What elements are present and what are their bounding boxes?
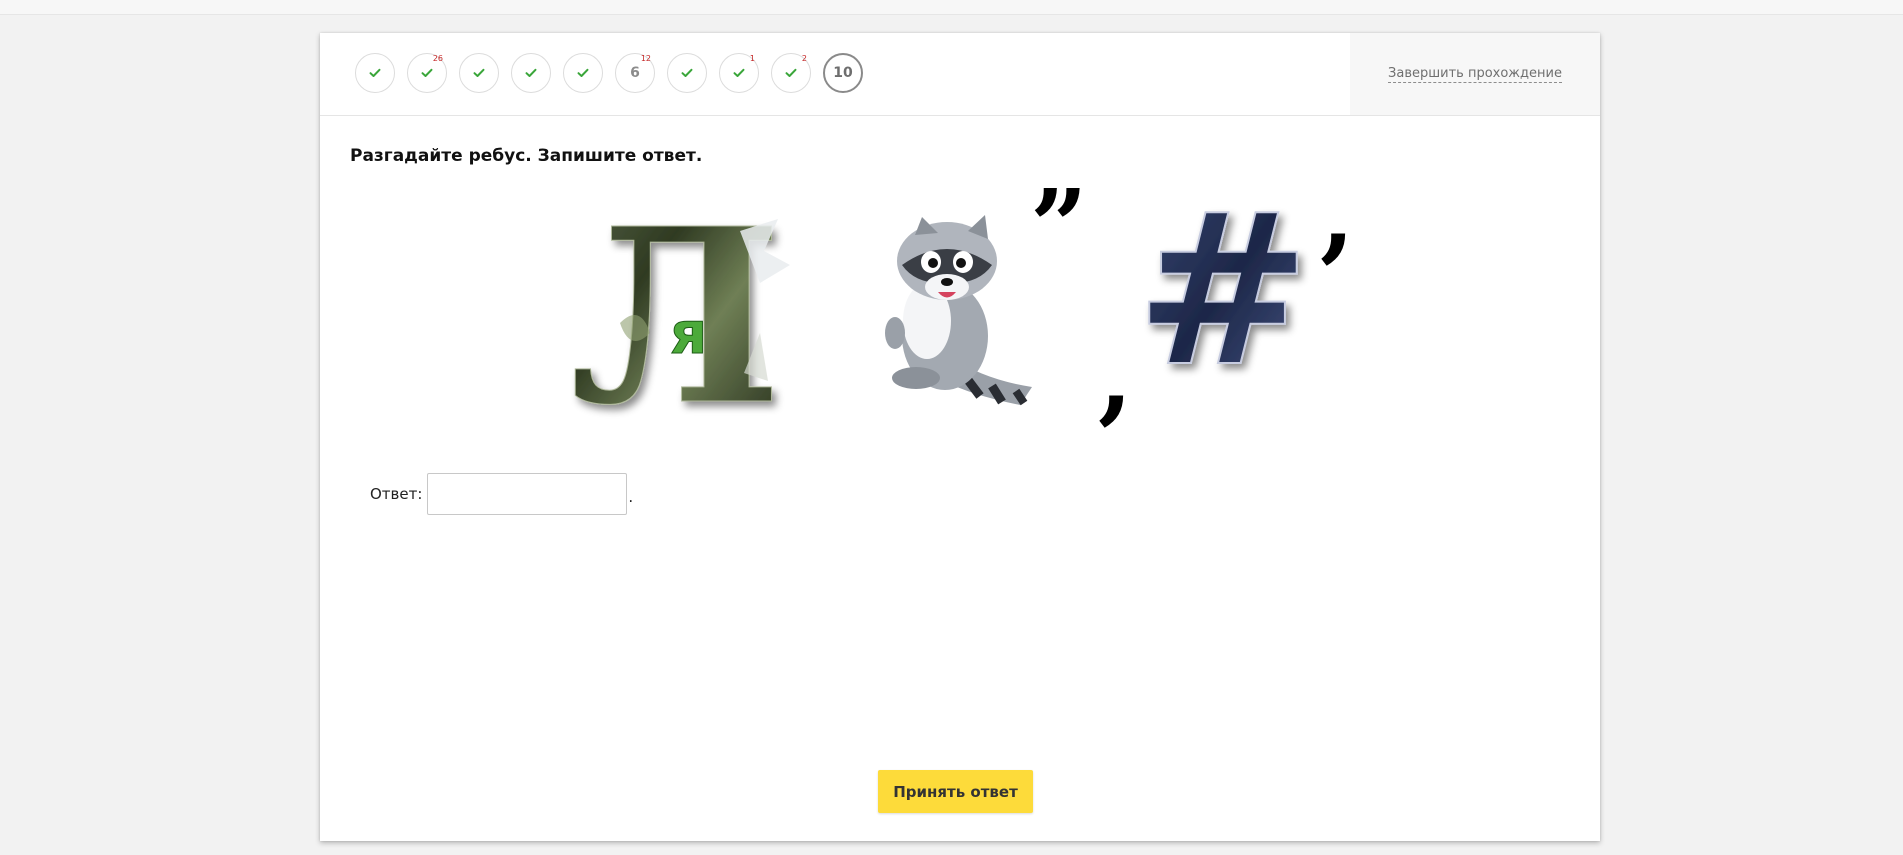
rebus-apostrophe: , [1320,155,1355,273]
svg-text:Л: Л [570,176,782,453]
step-4[interactable] [511,53,551,93]
step-8[interactable]: 1 [719,53,759,93]
submit-answer-button[interactable]: Принять ответ [878,770,1033,813]
step-10[interactable]: 10 [823,53,863,93]
svg-text:#: # [1135,168,1311,413]
step-7[interactable] [667,53,707,93]
quiz-card: 26 6 12 1 2 10 Завершить прохождение Разгадай… [320,33,1600,841]
raccoon-image [885,215,1032,406]
rebus-hash-symbol: # [1134,167,1312,414]
step-badge: 12 [640,54,651,63]
step-2[interactable]: 26 [407,53,447,93]
step-badge: 2 [801,54,807,63]
step-1[interactable] [355,53,395,93]
check-icon [421,68,433,78]
check-icon [785,68,797,78]
step-9[interactable]: 2 [771,53,811,93]
finish-area: Завершить прохождение [1350,33,1600,115]
step-badge: 1 [749,54,755,63]
check-icon [369,68,381,78]
answer-row: Ответ: . [370,473,633,515]
answer-label: Ответ: [370,485,423,503]
quiz-header: 26 6 12 1 2 10 Завершить прохождение [320,33,1600,116]
answer-period: . [628,488,634,506]
rebus-letter-l: Л [570,176,790,453]
check-icon [733,68,745,78]
rebus-quote-marks: ” [1030,167,1088,285]
step-number: 10 [833,65,853,81]
rebus-comma: , [1098,317,1133,435]
step-6[interactable]: 6 12 [615,53,655,93]
check-icon [473,68,485,78]
rebus-small-letter: я [670,299,707,367]
finish-link[interactable]: Завершить прохождение [1388,66,1562,83]
check-icon [525,68,537,78]
step-number: 6 [630,65,640,81]
question-text: Разгадайте ребус. Запишите ответ. [350,146,703,166]
answer-input[interactable] [427,473,628,515]
step-5[interactable] [563,53,603,93]
check-icon [681,68,693,78]
step-badge: 26 [432,54,443,63]
top-strip [0,0,1903,15]
check-icon [577,68,589,78]
step-3[interactable] [459,53,499,93]
